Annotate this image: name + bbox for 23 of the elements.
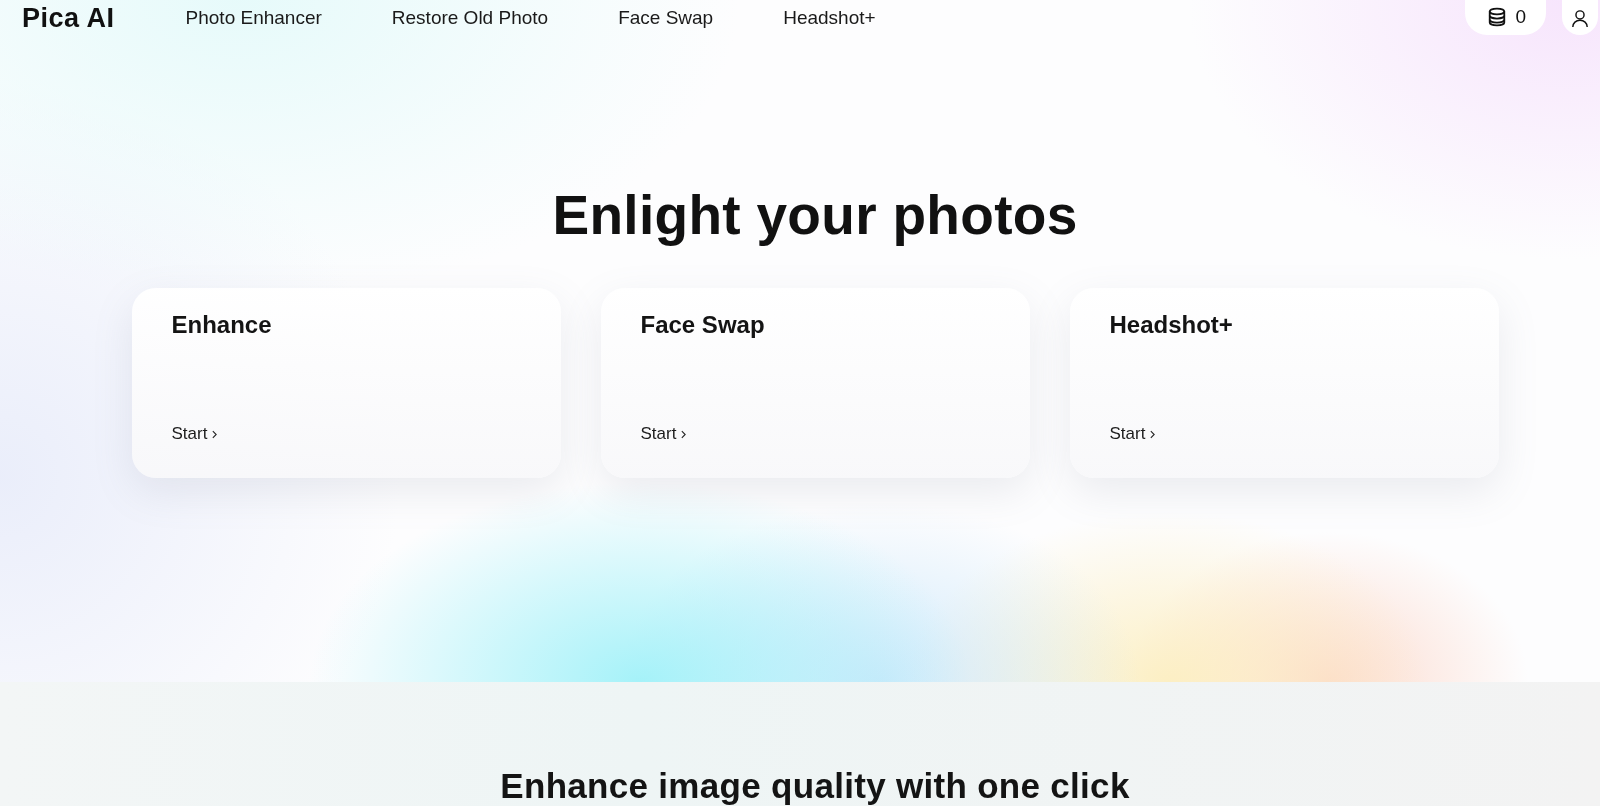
nav-link[interactable]: Face Swap (618, 6, 714, 30)
nav-link[interactable]: Restore Old Photo (391, 6, 549, 30)
tool-card[interactable]: Enhance Start (131, 288, 561, 478)
chevron-right-icon (681, 429, 687, 439)
user-icon (1571, 8, 1589, 28)
coin-stack-icon (1487, 7, 1508, 27)
hero-title: Enlight your photos (552, 183, 1078, 247)
card-title: Face Swap (640, 310, 765, 340)
logo[interactable]: Pica AI (22, 3, 115, 33)
section-heading: Enhance image quality with one click (500, 766, 1130, 806)
nav-link[interactable]: Photo Enhancer (185, 6, 322, 30)
start-link[interactable]: Start (1109, 422, 1156, 446)
tool-card[interactable]: Face Swap Start (600, 288, 1030, 478)
card-title: Enhance (171, 310, 272, 340)
tool-card[interactable]: Headshot+ Start (1069, 288, 1499, 478)
start-link[interactable]: Start (640, 422, 687, 446)
card-title: Headshot+ (1109, 310, 1233, 340)
chevron-right-icon (212, 429, 218, 439)
account-button[interactable] (1562, 0, 1598, 35)
start-link[interactable]: Start (171, 422, 218, 446)
chevron-right-icon (1150, 429, 1156, 439)
credits-button[interactable]: 0 (1465, 0, 1546, 35)
nav-link[interactable]: Headshot+ (783, 6, 876, 30)
